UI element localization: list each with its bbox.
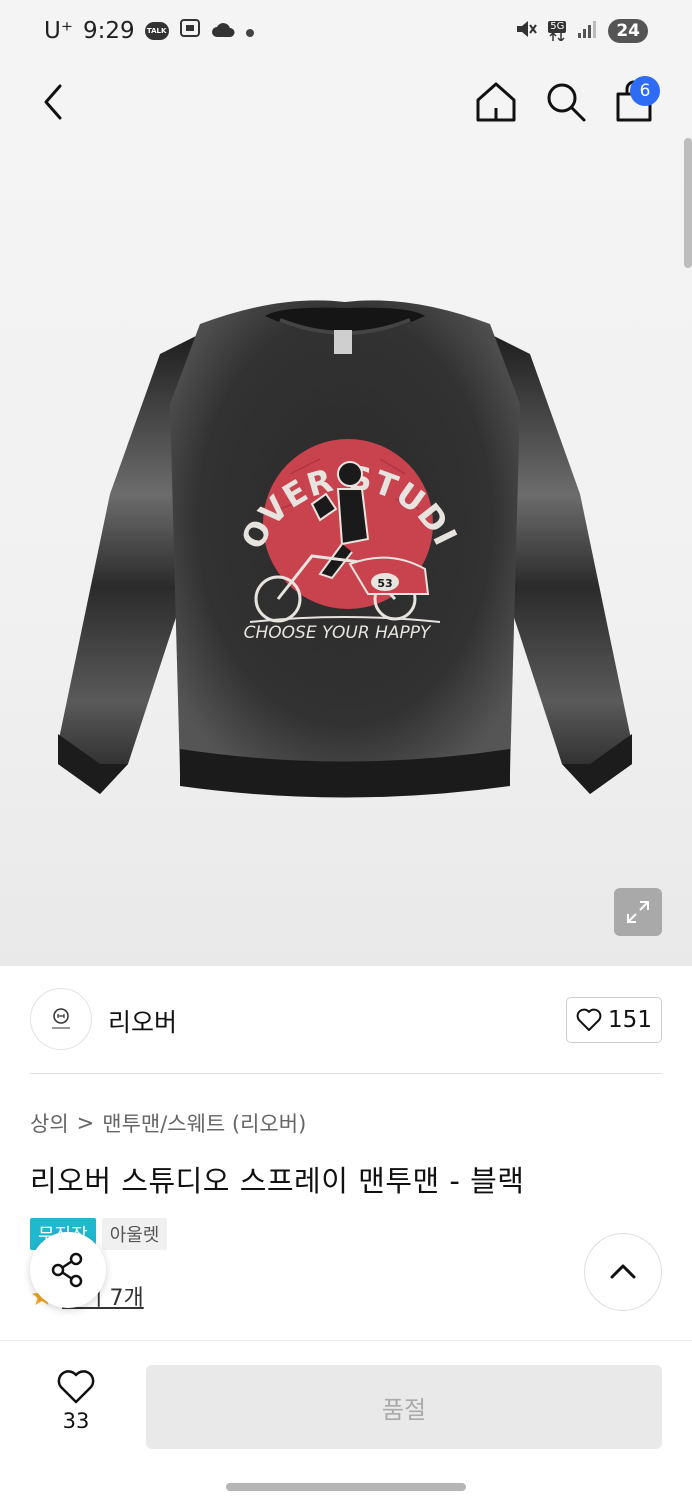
more-notifications-dot-icon: [245, 18, 255, 44]
network-5g-icon: 5G: [548, 21, 567, 41]
bike-number-text: 53: [377, 577, 392, 590]
clock: 9:29: [82, 18, 135, 44]
divider: [30, 1073, 662, 1074]
heart-icon: [576, 1008, 602, 1031]
scrollbar-thumb[interactable]: [684, 138, 692, 268]
search-icon: [547, 83, 586, 122]
chevron-left-icon: [44, 84, 62, 120]
brand-row: 리오버 151: [30, 988, 662, 1052]
brand-like-count: 151: [608, 1007, 652, 1033]
status-right: 5G 24: [514, 18, 648, 44]
status-bar: U⁺ 9:29 TALK 5G 24: [0, 0, 692, 66]
search-button[interactable]: [544, 80, 588, 124]
expand-icon: [627, 901, 649, 923]
wishlist-count: 33: [62, 1409, 90, 1433]
brand-logo[interactable]: [30, 988, 92, 1050]
home-indicator[interactable]: [226, 1483, 466, 1491]
talk-notification-icon: TALK: [144, 22, 169, 40]
breadcrumb-category[interactable]: 상의: [30, 1108, 69, 1138]
brand-like-button[interactable]: 151: [566, 997, 662, 1043]
product-image-sweatshirt: REOVER STUDIOS 53 CHOOSE YOUR HAPPY: [50, 294, 632, 798]
expand-image-button[interactable]: [614, 888, 662, 936]
share-icon: [51, 1252, 83, 1288]
heart-icon: [57, 1370, 95, 1404]
screenshot-notification-icon: [179, 18, 201, 44]
breadcrumb-subcategory[interactable]: 맨투맨/스웨트 (리오버): [102, 1108, 306, 1138]
mute-icon: [514, 18, 538, 44]
cart-count-badge: 6: [630, 76, 660, 106]
brand-emblem-icon: [52, 1008, 70, 1029]
brand-name[interactable]: 리오버: [108, 1003, 177, 1039]
signal-icon: [576, 19, 598, 43]
chevron-up-icon: [610, 1264, 636, 1279]
wishlist-button[interactable]: 33: [40, 1369, 112, 1433]
breadcrumb-separator: >: [76, 1111, 95, 1135]
home-icon: [476, 82, 516, 122]
back-button[interactable]: [34, 78, 74, 126]
battery-indicator: 24: [608, 19, 648, 43]
sold-out-button[interactable]: 품절: [146, 1365, 662, 1449]
network-type-label: 5G: [548, 21, 567, 33]
status-left: U⁺ 9:29 TALK: [44, 18, 255, 44]
share-button[interactable]: [30, 1232, 106, 1308]
print-slogan-text: CHOOSE YOUR HAPPY: [244, 623, 432, 643]
product-title: 리오버 스튜디오 스프레이 맨투맨 - 블랙: [30, 1164, 525, 1198]
cloud-notification-icon: [211, 18, 235, 44]
bottom-action-bar: 33 품절: [0, 1340, 692, 1500]
top-navigation: [0, 66, 692, 138]
carrier-label: U⁺: [44, 18, 73, 44]
scroll-to-top-button[interactable]: [584, 1233, 662, 1311]
outlet-tag: 아울렛: [101, 1218, 168, 1250]
home-button[interactable]: [474, 80, 518, 124]
breadcrumb: 상의 > 맨투맨/스웨트 (리오버): [30, 1108, 306, 1138]
